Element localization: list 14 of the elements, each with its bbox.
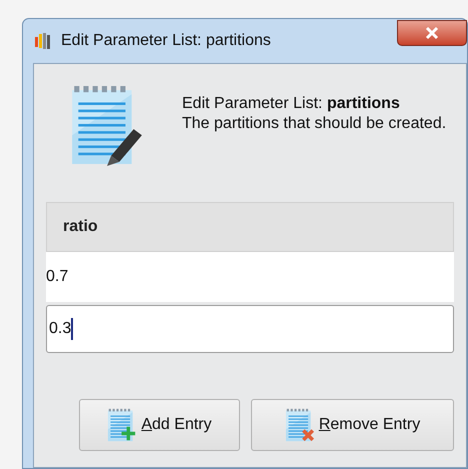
notepad-remove-icon <box>284 408 315 442</box>
app-logo-icon <box>33 31 53 51</box>
column-header: ratio <box>46 202 454 252</box>
add-entry-button[interactable]: Add Entry <box>79 399 240 451</box>
table-cell: 0.7 <box>46 252 454 302</box>
dialog-title: Edit Parameter List: partitions <box>182 94 401 114</box>
window-title: Edit Parameter List: partitions <box>61 31 271 51</box>
close-button[interactable] <box>397 20 467 46</box>
value-input[interactable]: 0.3 <box>46 305 454 353</box>
close-icon <box>425 26 439 40</box>
remove-entry-button[interactable]: Remove Entry <box>251 399 454 451</box>
notepad-add-icon <box>107 408 138 442</box>
notepad-icon <box>70 84 142 166</box>
dialog-description: The partitions that should be created. <box>182 114 448 134</box>
